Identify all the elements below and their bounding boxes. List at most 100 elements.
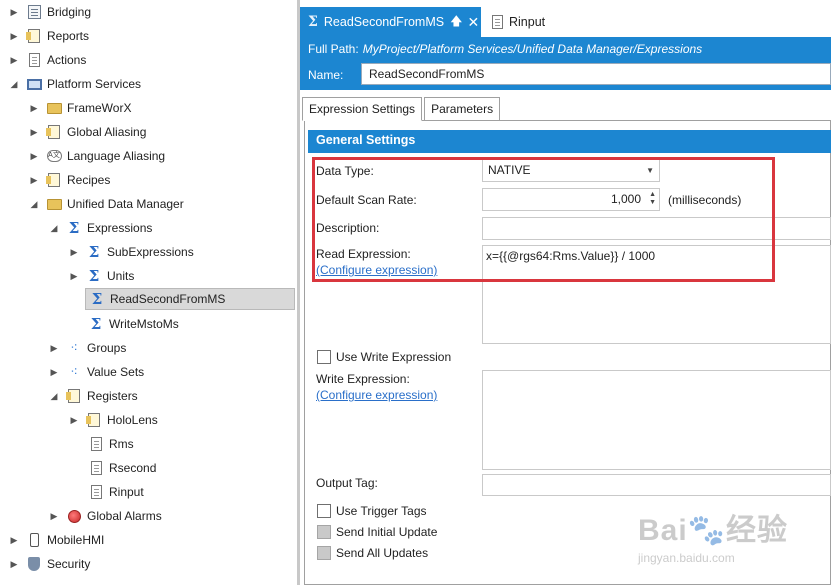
tree-item-readsecondfromms[interactable]: Σ ReadSecondFromMS [85, 288, 295, 310]
collapse-arrow-icon[interactable]: ◢ [28, 199, 40, 210]
expand-arrow-icon[interactable]: ▶ [28, 151, 40, 162]
description-field[interactable] [482, 217, 831, 240]
send-all-updates-checkbox[interactable] [317, 546, 331, 560]
send-initial-update-checkbox[interactable] [317, 525, 331, 539]
tree-item-global-aliasing[interactable]: ▶ Global Aliasing [28, 121, 146, 143]
tree-item-rms[interactable]: Rms [88, 433, 134, 455]
sigma-icon: Σ [68, 219, 80, 237]
use-trigger-tags-checkbox[interactable] [317, 504, 331, 518]
close-icon[interactable]: ✕ [467, 14, 479, 31]
collapse-arrow-icon[interactable]: ◢ [48, 223, 60, 234]
expand-arrow-icon[interactable]: ▶ [8, 7, 20, 18]
tab-rinput[interactable]: Rinput [484, 7, 580, 37]
expand-arrow-icon[interactable]: ▶ [8, 535, 20, 546]
groups-icon: ⁖ [70, 340, 78, 355]
read-expression-field[interactable]: x={{@rgs64:Rms.Value}} / 1000 [482, 245, 831, 344]
tree-item-label: Security [47, 557, 91, 571]
tree-item-rinput[interactable]: Rinput [88, 481, 144, 503]
tab-expression-settings[interactable]: Expression Settings [302, 97, 423, 121]
send-all-updates-label: Send All Updates [336, 546, 429, 560]
value-sets-icon: ⁖ [70, 364, 78, 379]
sigma-icon: Σ [88, 243, 100, 261]
expand-arrow-icon[interactable]: ▶ [28, 103, 40, 114]
collapse-arrow-icon[interactable]: ◢ [48, 391, 60, 402]
expand-arrow-icon[interactable]: ▶ [48, 343, 60, 354]
spinner-icon[interactable]: ▲ ▼ [649, 191, 656, 207]
tab-label: Rinput [509, 15, 546, 29]
write-expression-field[interactable] [482, 370, 831, 470]
tree-item-label: Groups [87, 341, 127, 355]
expand-arrow-icon[interactable]: ▶ [68, 271, 80, 282]
monitor-icon [26, 76, 42, 92]
description-label: Description: [316, 221, 380, 235]
scan-rate-unit: (milliseconds) [668, 193, 742, 207]
tree-item-bridging[interactable]: ▶ Bridging [8, 1, 91, 23]
general-settings-header: General Settings [308, 130, 831, 153]
tree-item-label: Global Aliasing [67, 125, 147, 139]
tree-item-label: Platform Services [47, 77, 142, 91]
data-type-select[interactable]: NATIVE ▼ [482, 159, 660, 182]
tree-item-platform-services[interactable]: ◢ Platform Services [8, 73, 142, 95]
tree-item-label: Unified Data Manager [67, 197, 184, 211]
sigma-icon: Σ [91, 290, 103, 308]
tree-item-units[interactable]: ▶ Σ Units [68, 265, 135, 287]
expand-arrow-icon[interactable]: ▶ [48, 511, 60, 522]
tree-item-reports[interactable]: ▶ Reports [8, 25, 89, 47]
scan-rate-label: Default Scan Rate: [316, 193, 417, 207]
tree-item-label: WriteMstoMs [109, 317, 179, 331]
tree-item-label: ReadSecondFromMS [110, 292, 226, 306]
tree-item-label: Rinput [109, 485, 144, 499]
tree-item-label: Actions [47, 53, 87, 67]
configure-read-expression-link[interactable]: (Configure expression) [316, 263, 437, 277]
expand-arrow-icon[interactable]: ▶ [8, 559, 20, 570]
expand-arrow-icon[interactable]: ▶ [68, 247, 80, 258]
tree-item-subexpressions[interactable]: ▶ Σ SubExpressions [68, 241, 194, 263]
tree-item-security[interactable]: ▶ Security [8, 553, 90, 575]
sigma-icon: Σ [308, 14, 318, 30]
scan-rate-input[interactable]: 1,000 ▲ ▼ [482, 188, 660, 211]
expand-arrow-icon[interactable]: ▶ [68, 415, 80, 426]
tree-item-actions[interactable]: ▶ Actions [8, 49, 86, 71]
tree-item-rsecond[interactable]: Rsecond [88, 457, 156, 479]
tree-item-unified-data-manager[interactable]: ◢ Unified Data Manager [28, 193, 184, 215]
register-icon [88, 436, 104, 452]
register-icon [88, 484, 104, 500]
project-tree: ▶ Bridging ▶ Reports ▶ Actions ◢ Platfor… [0, 0, 297, 585]
scan-rate-value: 1,000 [610, 192, 641, 206]
tree-item-hololens[interactable]: ▶ HoloLens [68, 409, 158, 431]
use-write-expression-checkbox[interactable] [317, 350, 331, 364]
tree-item-label: Bridging [47, 5, 92, 19]
tab-parameters[interactable]: Parameters [424, 97, 501, 121]
tree-item-value-sets[interactable]: ▶ ⁖ Value Sets [48, 361, 145, 383]
tree-item-label: Value Sets [87, 365, 145, 379]
tab-readsecondfromms[interactable]: Σ ReadSecondFromMS 🡅 ✕ [300, 7, 481, 37]
expand-arrow-icon[interactable]: ▶ [28, 175, 40, 186]
shield-icon [26, 556, 42, 572]
pin-icon[interactable]: 🡅 [450, 12, 462, 33]
collapse-arrow-icon[interactable]: ◢ [8, 79, 20, 90]
expand-arrow-icon[interactable]: ▶ [8, 31, 20, 42]
tree-item-label: HoloLens [107, 413, 158, 427]
expand-arrow-icon[interactable]: ▶ [8, 55, 20, 66]
tree-item-language-aliasing[interactable]: ▶ A文 Language Aliasing [28, 145, 166, 167]
expand-arrow-icon[interactable]: ▶ [48, 367, 60, 378]
output-tag-field[interactable] [482, 474, 831, 496]
chevron-down-icon: ▼ [646, 166, 654, 175]
name-field[interactable]: ReadSecondFromMS [361, 63, 831, 85]
tree-item-recipes[interactable]: ▶ Recipes [28, 169, 110, 191]
registers-icon [66, 388, 82, 404]
configure-write-expression-link[interactable]: (Configure expression) [316, 388, 437, 402]
tree-item-expressions[interactable]: ◢ Σ Expressions [48, 217, 153, 239]
tree-item-global-alarms[interactable]: ▶ Global Alarms [48, 505, 162, 527]
tree-item-groups[interactable]: ▶ ⁖ Groups [48, 337, 127, 359]
reports-icon [26, 28, 42, 44]
settings-tabs: Expression Settings Parameters [302, 97, 502, 121]
tree-item-mobilehmi[interactable]: ▶ MobileHMI [8, 529, 104, 551]
expand-arrow-icon[interactable]: ▶ [28, 127, 40, 138]
tree-item-frameworx[interactable]: ▶ FrameWorX [28, 97, 132, 119]
full-path: Full Path: MyProject/Platform Services/Un… [308, 42, 702, 56]
tree-item-label: Language Aliasing [67, 149, 166, 163]
name-label: Name: [308, 68, 344, 82]
tree-item-registers[interactable]: ◢ Registers [48, 385, 138, 407]
tree-item-writemstoms[interactable]: Σ WriteMstoMs [88, 313, 179, 335]
